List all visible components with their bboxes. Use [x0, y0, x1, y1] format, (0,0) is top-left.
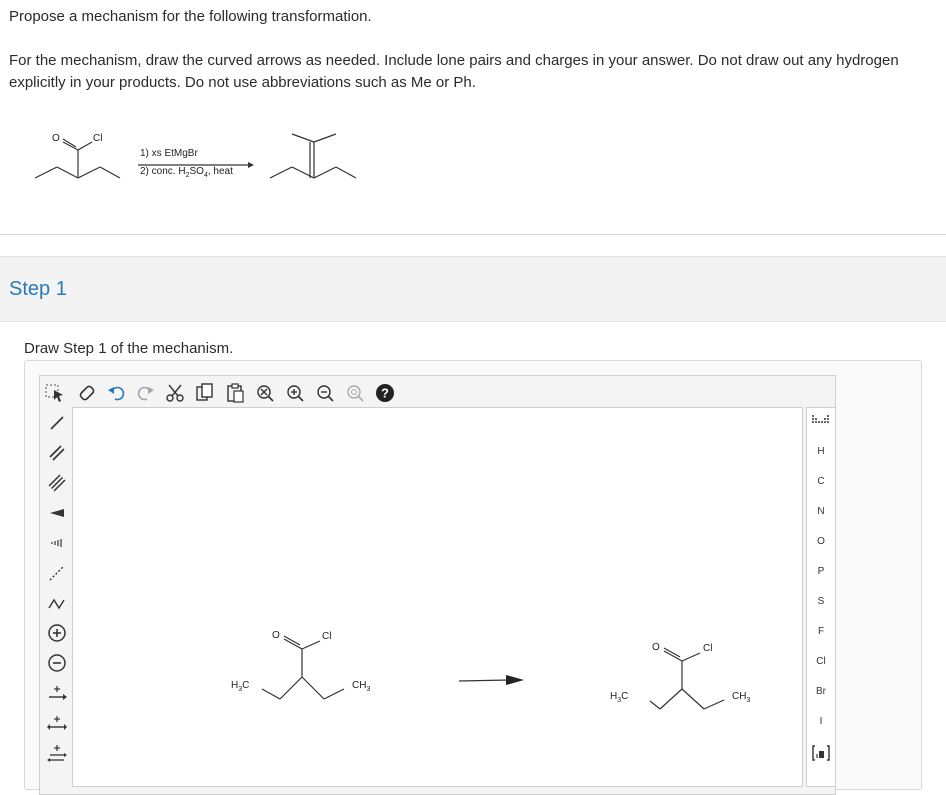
question-instructions-line2: explicitly in your products. Do not use … [9, 74, 476, 91]
zoom-fit-icon[interactable] [344, 382, 366, 404]
reaction-scheme [34, 133, 357, 179]
element-br-button[interactable]: Br [806, 681, 836, 703]
section-divider [0, 234, 946, 235]
reaction-condition-1: 1) xs EtMgBr [140, 148, 198, 159]
left-molecule-h3c: H3C [231, 680, 250, 693]
help-icon[interactable]: ? [374, 382, 396, 404]
step-title: Step 1 [9, 278, 67, 300]
right-molecule-h3c: H3C [610, 691, 629, 704]
element-i-button[interactable]: I [806, 711, 836, 733]
element-o-button[interactable]: O [806, 531, 836, 553]
element-h-button[interactable]: H [806, 441, 836, 463]
paste-icon[interactable] [224, 382, 246, 404]
equilibrium-arrow-icon[interactable] [46, 742, 68, 764]
redo-icon[interactable] [134, 382, 156, 404]
periodic-table-icon[interactable] [810, 411, 832, 433]
triple-bond-icon[interactable] [46, 472, 68, 494]
select-tool-icon[interactable] [44, 382, 66, 404]
element-p-button[interactable]: P [806, 561, 836, 583]
element-n-button[interactable]: N [806, 501, 836, 523]
question-prompt: Propose a mechanism for the following tr… [9, 8, 372, 25]
step-instruction: Draw Step 1 of the mechanism. [24, 340, 234, 357]
element-f-button[interactable]: F [806, 621, 836, 643]
question-instructions-line1: For the mechanism, draw the curved arrow… [9, 52, 899, 69]
right-molecule-oxygen: O [652, 642, 660, 653]
right-molecule-chlorine: Cl [703, 643, 713, 654]
canvas-structures [261, 635, 725, 710]
right-molecule-ch3: CH3 [732, 691, 751, 704]
single-bond-icon[interactable] [46, 412, 68, 434]
wavy-bond-icon[interactable] [46, 562, 68, 584]
eraser-icon[interactable] [76, 382, 98, 404]
left-molecule-chlorine: Cl [322, 631, 332, 642]
double-bond-icon[interactable] [46, 442, 68, 464]
element-s-button[interactable]: S [806, 591, 836, 613]
cut-icon[interactable] [164, 382, 186, 404]
undo-icon[interactable] [106, 382, 128, 404]
reactant-oxygen-label: O [52, 133, 60, 144]
step-header [0, 256, 946, 322]
clean-structure-icon[interactable] [254, 382, 276, 404]
positive-charge-icon[interactable] [46, 622, 68, 644]
reaction-condition-2: 2) conc. H2SO4, heat [140, 166, 233, 179]
zoom-in-icon[interactable] [284, 382, 306, 404]
negative-charge-icon[interactable] [46, 652, 68, 674]
copy-icon[interactable] [194, 382, 216, 404]
svg-text:?: ? [381, 386, 389, 401]
wedge-bond-icon[interactable] [46, 502, 68, 524]
chain-tool-icon[interactable] [46, 592, 68, 614]
left-molecule-ch3: CH3 [352, 680, 371, 693]
zoom-out-icon[interactable] [314, 382, 336, 404]
hash-bond-icon[interactable] [46, 532, 68, 554]
element-cl-button[interactable]: Cl [806, 651, 836, 673]
resonance-arrow-icon[interactable] [46, 712, 68, 734]
element-c-button[interactable]: C [806, 471, 836, 493]
left-molecule-oxygen: O [272, 630, 280, 641]
reactant-chlorine-label: Cl [93, 133, 103, 144]
reaction-arrow-icon[interactable] [46, 682, 68, 704]
atom-list-icon[interactable] [810, 742, 832, 764]
